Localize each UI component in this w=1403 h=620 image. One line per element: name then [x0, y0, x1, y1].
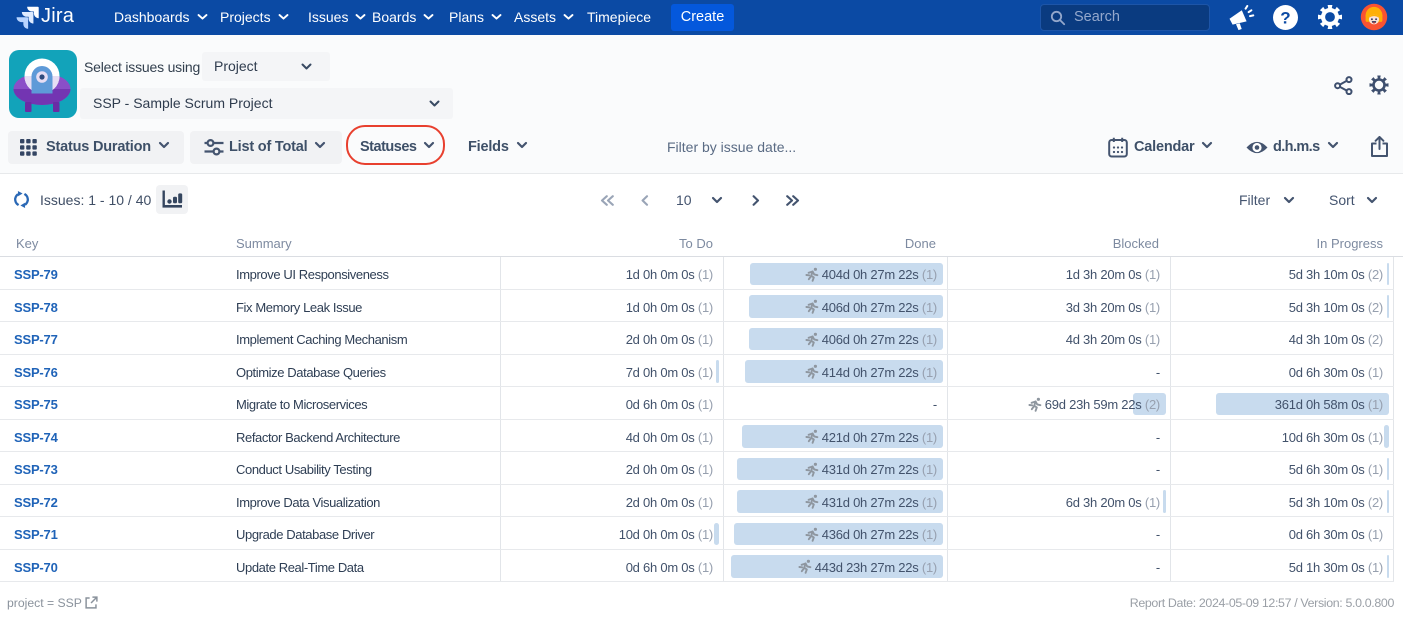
svg-text:?: ? [1280, 9, 1290, 28]
